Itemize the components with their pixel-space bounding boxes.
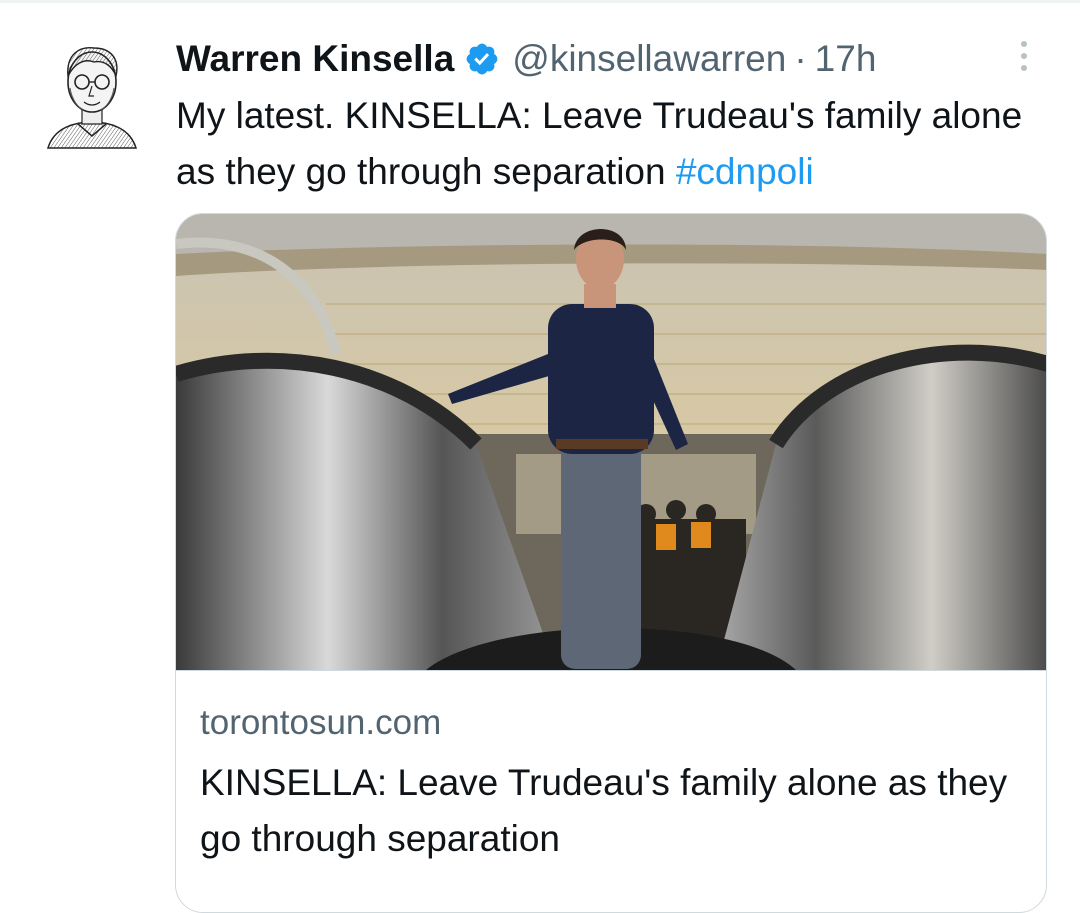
tweet-header: Warren Kinsella @kinsellawarren · 17h — [176, 34, 876, 84]
top-divider — [0, 0, 1080, 3]
more-dot — [1021, 53, 1027, 59]
author-name[interactable]: Warren Kinsella — [176, 34, 454, 84]
link-card[interactable]: torontosun.com KINSELLA: Leave Trudeau's… — [175, 213, 1047, 913]
author-handle[interactable]: @kinsellawarren — [512, 34, 786, 84]
tweet-text: My latest. KINSELLA: Leave Trudeau's fam… — [176, 88, 1056, 200]
card-body[interactable]: torontosun.com KINSELLA: Leave Trudeau's… — [176, 670, 1046, 859]
card-image[interactable] — [176, 214, 1046, 670]
card-title: KINSELLA: Leave Trudeau's family alone a… — [200, 762, 1008, 859]
card-domain: torontosun.com — [200, 703, 442, 742]
hashtag-link[interactable]: #cdnpoli — [676, 151, 814, 192]
more-options-icon[interactable] — [1008, 36, 1040, 76]
more-dot — [1021, 41, 1027, 47]
avatar-sketch-portrait — [46, 47, 138, 149]
avatar[interactable] — [44, 36, 140, 156]
timestamp[interactable]: 17h — [815, 34, 877, 84]
tweet-body: My latest. KINSELLA: Leave Trudeau's fam… — [176, 95, 1023, 192]
separator-dot: · — [794, 38, 807, 79]
more-dot — [1021, 65, 1027, 71]
verified-badge-icon[interactable] — [464, 41, 500, 77]
